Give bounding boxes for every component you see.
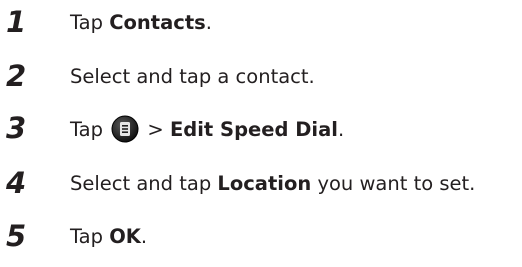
step-text-prefix: Tap	[70, 225, 110, 248]
step-text: Tap OK.	[70, 223, 147, 251]
step-text-suffix: .	[140, 225, 148, 248]
step-text-bold: Contacts	[109, 11, 206, 34]
step-2: 2 Select and tap a contact.	[0, 58, 522, 98]
step-text-bold: Location	[217, 172, 312, 195]
step-text-prefix: Tap	[70, 118, 104, 141]
step-3: 3 Tap > Edit Speed Dial.	[0, 110, 522, 150]
step-text-bold: Edit Speed Dial	[169, 118, 338, 141]
step-number: 5	[6, 219, 27, 253]
step-text-separator: >	[141, 118, 170, 141]
step-1: 1 Tap Contacts.	[0, 4, 522, 44]
step-text-suffix: .	[205, 11, 212, 34]
step-text-bold: OK	[109, 225, 141, 248]
step-text: Select and tap Location you want to set.	[70, 170, 475, 198]
step-number: 1	[6, 5, 27, 39]
step-4: 4 Select and tap Location you want to se…	[0, 165, 522, 205]
instruction-steps: 1 Tap Contacts. 2 Select and tap a conta…	[0, 0, 522, 267]
step-text: Tap Contacts.	[70, 9, 212, 37]
step-text-suffix: you want to set.	[311, 172, 476, 195]
step-5: 5 Tap OK.	[0, 218, 522, 258]
step-text-prefix: Select and tap	[70, 172, 218, 195]
step-number: 4	[6, 166, 27, 200]
step-text: Tap > Edit Speed Dial.	[70, 115, 344, 144]
menu-icon	[111, 115, 139, 143]
step-number: 2	[6, 59, 27, 93]
step-text: Select and tap a contact.	[70, 65, 315, 88]
step-text-suffix: .	[337, 118, 345, 141]
step-text-prefix: Tap	[70, 11, 110, 34]
step-number: 3	[6, 111, 27, 145]
